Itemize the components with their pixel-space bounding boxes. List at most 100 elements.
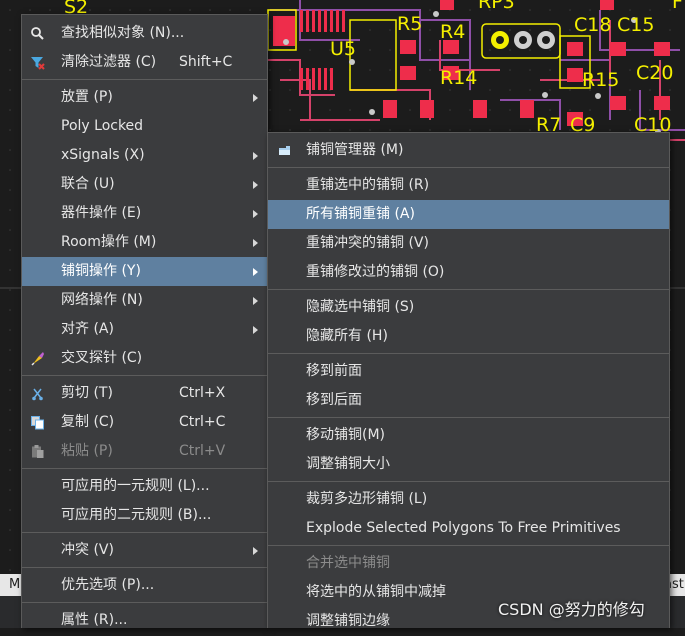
scissors-icon — [32, 388, 43, 401]
submenu-item-repour-modified[interactable]: 重铺修改过的铺铜 (O) — [268, 258, 669, 287]
submenu-arrow-icon — [253, 239, 258, 247]
menu-item-properties[interactable]: 属性 (R)... — [22, 606, 267, 635]
menu-item-label: 铺铜操作 (Y) — [61, 263, 141, 279]
menu-item-label: 移到前面 — [306, 363, 362, 379]
menu-item-net-actions[interactable]: 网络操作 (N) — [22, 286, 267, 315]
menu-separator — [268, 353, 669, 354]
menu-item-label: 交叉探针 (C) — [61, 350, 143, 366]
menu-item-align[interactable]: 对齐 (A) — [22, 315, 267, 344]
submenu-item-slice-polygon[interactable]: 裁剪多边形铺铜 (L) — [268, 485, 669, 514]
menu-item-label: 合并选中铺铜 — [306, 555, 390, 571]
menu-item-label: 裁剪多边形铺铜 (L) — [306, 491, 428, 507]
menu-item-shortcut: Ctrl+V — [179, 443, 226, 459]
menu-item-polygon-actions[interactable]: 铺铜操作 (Y) — [22, 257, 267, 286]
menu-item-label: 重铺冲突的铺铜 (V) — [306, 235, 429, 251]
menu-item-label: 移动铺铜(M) — [306, 427, 386, 443]
menu-item-union[interactable]: 联合 (U) — [22, 170, 267, 199]
pcb-label: C15 — [617, 14, 654, 36]
submenu-item-repour-violating[interactable]: 重铺冲突的铺铜 (V) — [268, 229, 669, 258]
menu-item-label: 冲突 (V) — [61, 542, 114, 558]
menu-item-find-similar[interactable]: 查找相似对象 (N)... — [22, 19, 267, 48]
menu-item-label: 重铺修改过的铺铜 (O) — [306, 264, 445, 280]
clear-filter-icon — [31, 57, 45, 70]
menu-item-shortcut: Ctrl+C — [179, 414, 226, 430]
menu-separator — [22, 532, 267, 533]
menu-item-unary-rules[interactable]: 可应用的一元规则 (L)... — [22, 472, 267, 501]
submenu-item-explode-polygons[interactable]: Explode Selected Polygons To Free Primit… — [268, 514, 669, 543]
menu-item-label: 放置 (P) — [61, 89, 113, 105]
menu-item-label: Poly Locked — [61, 118, 144, 134]
menu-separator — [22, 79, 267, 80]
pcb-label: R5 — [397, 13, 422, 35]
menu-item-label: 剪切 (T) — [61, 385, 113, 401]
menu-item-label: 移到后面 — [306, 392, 362, 408]
menu-item-label: 粘贴 (P) — [61, 443, 113, 459]
search-icon — [31, 27, 44, 40]
polygon-actions-submenu: 铺铜管理器 (M) 重铺选中的铺铜 (R) 所有铺铜重铺 (A) 重铺冲突的铺铜… — [267, 132, 670, 629]
pcb-label: C20 — [636, 62, 673, 84]
menu-item-place[interactable]: 放置 (P) — [22, 83, 267, 112]
submenu-item-polygon-manager[interactable]: 铺铜管理器 (M) — [268, 136, 669, 165]
menu-item-label: 铺铜管理器 (M) — [306, 142, 404, 158]
submenu-item-merge-selected[interactable]: 合并选中铺铜 — [268, 549, 669, 578]
submenu-item-hide-all[interactable]: 隐藏所有 (H) — [268, 322, 669, 351]
menu-separator — [268, 481, 669, 482]
watermark: CSDN @努力的修勾 — [498, 600, 645, 619]
submenu-arrow-icon — [253, 326, 258, 334]
cross-probe-icon — [31, 352, 44, 366]
menu-item-clear-filter[interactable]: 清除过滤器 (C) Shift+C — [22, 48, 267, 77]
menu-item-xsignals[interactable]: xSignals (X) — [22, 141, 267, 170]
menu-item-label: 查找相似对象 (N)... — [61, 25, 185, 41]
submenu-item-repour-selected[interactable]: 重铺选中的铺铜 (R) — [268, 171, 669, 200]
menu-item-label: 可应用的一元规则 (L)... — [61, 478, 210, 494]
menu-item-label: 所有铺铜重铺 (A) — [306, 206, 415, 222]
menu-item-copy[interactable]: 复制 (C) Ctrl+C — [22, 408, 267, 437]
polygon-manager-icon — [279, 146, 290, 155]
submenu-arrow-icon — [253, 152, 258, 160]
menu-item-label: 调整铺铜边缘 — [306, 613, 390, 629]
submenu-arrow-icon — [253, 94, 258, 102]
submenu-item-resize-polygon[interactable]: 调整铺铜大小 — [268, 450, 669, 479]
menu-item-label: 清除过滤器 (C) — [61, 54, 157, 70]
menu-item-label: 联合 (U) — [61, 176, 115, 192]
pcb-label: U5 — [330, 38, 356, 60]
menu-item-component-actions[interactable]: 器件操作 (E) — [22, 199, 267, 228]
menu-item-violations[interactable]: 冲突 (V) — [22, 536, 267, 565]
submenu-item-move-polygon[interactable]: 移动铺铜(M) — [268, 421, 669, 450]
menu-separator — [268, 417, 669, 418]
menu-item-label: 调整铺铜大小 — [306, 456, 390, 472]
submenu-item-hide-selected[interactable]: 隐藏选中铺铜 (S) — [268, 293, 669, 322]
menu-item-label: 对齐 (A) — [61, 321, 114, 337]
menu-item-poly-locked[interactable]: Poly Locked — [22, 112, 267, 141]
menu-separator — [22, 602, 267, 603]
menu-separator — [268, 545, 669, 546]
menu-item-room-actions[interactable]: Room操作 (M) — [22, 228, 267, 257]
submenu-arrow-icon — [253, 547, 258, 555]
submenu-arrow-icon — [253, 181, 258, 189]
menu-item-shortcut: Ctrl+X — [179, 385, 226, 401]
submenu-arrow-icon — [253, 297, 258, 305]
context-menu: 查找相似对象 (N)... 清除过滤器 (C) Shift+C 放置 (P) P… — [21, 14, 268, 628]
menu-item-label: 隐藏选中铺铜 (S) — [306, 299, 415, 315]
pcb-label: R4 — [440, 21, 465, 43]
menu-item-label: 将选中的从铺铜中减掉 — [306, 584, 446, 600]
submenu-item-bring-to-front[interactable]: 移到前面 — [268, 357, 669, 386]
submenu-arrow-icon — [253, 268, 258, 276]
menu-item-label: 重铺选中的铺铜 (R) — [306, 177, 430, 193]
menu-item-cut[interactable]: 剪切 (T) Ctrl+X — [22, 379, 267, 408]
menu-item-paste[interactable]: 粘贴 (P) Ctrl+V — [22, 437, 267, 466]
pcb-label: C18 — [574, 14, 611, 36]
menu-item-label: 可应用的二元规则 (B)... — [61, 507, 212, 523]
status-text-left: M — [9, 577, 21, 592]
menu-item-label: 优先选项 (P)... — [61, 577, 155, 593]
submenu-item-send-to-back[interactable]: 移到后面 — [268, 386, 669, 415]
menu-item-binary-rules[interactable]: 可应用的二元规则 (B)... — [22, 501, 267, 530]
submenu-item-repour-all[interactable]: 所有铺铜重铺 (A) — [268, 200, 669, 229]
pcb-label: F — [672, 0, 683, 13]
paste-icon — [32, 445, 44, 458]
menu-item-preferences[interactable]: 优先选项 (P)... — [22, 571, 267, 600]
menu-item-cross-probe[interactable]: 交叉探针 (C) — [22, 344, 267, 373]
menu-separator — [22, 468, 267, 469]
menu-item-shortcut: Shift+C — [179, 54, 233, 70]
pcb-label: R14 — [440, 67, 477, 89]
